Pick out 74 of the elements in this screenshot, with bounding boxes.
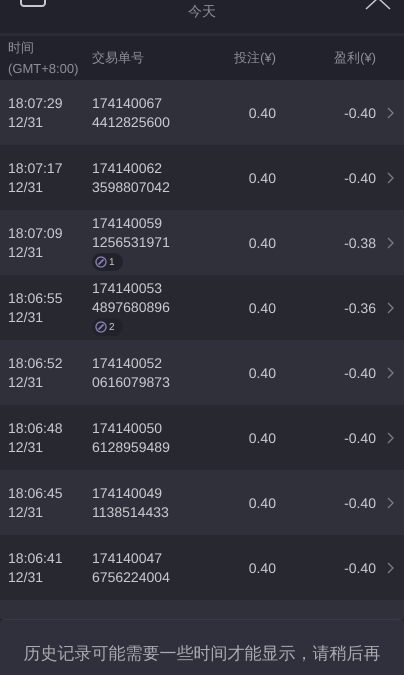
chevron-right-icon[interactable] — [386, 366, 394, 378]
bet-amount: 0.40 — [248, 300, 276, 316]
chevron-right-icon[interactable] — [386, 496, 394, 508]
profit-amount: -0.40 — [343, 170, 376, 186]
record-row[interactable]: 18:06:41 12/31 174140047 6756224004 0.40 -0.40 — [0, 535, 404, 600]
time-text: 18:07:09 — [8, 224, 64, 242]
chevron-up-icon[interactable] — [364, 0, 392, 10]
order-number: 174140049 — [92, 484, 162, 502]
column-header: 投注(¥) — [233, 49, 276, 67]
column-header: (GMT+8:00) — [8, 60, 80, 78]
record-row[interactable]: 18:06:55 12/31 174140053 4897680896 2 0.40 -0.36 — [0, 275, 404, 340]
date-text: 12/31 — [8, 308, 44, 326]
order-number: 174140067 — [92, 94, 162, 112]
date-text: 12/31 — [8, 112, 44, 132]
column-header: 时间 — [8, 39, 35, 57]
bet-amount: 0.40 — [248, 430, 276, 446]
record-row[interactable]: 18:07:17 12/31 174140062 3598807042 0.40 -0.40 — [0, 145, 404, 210]
date-text: 12/31 — [8, 568, 44, 586]
time-text: 18:07:17 — [8, 158, 64, 178]
order-number: 1256531971 — [92, 233, 170, 252]
order-number: 174140047 — [92, 548, 162, 568]
order-number: 1138514433 — [92, 502, 169, 522]
count-badge: 1 — [92, 253, 123, 271]
time-text: 18:06:55 — [8, 288, 64, 308]
header-title: 今天 — [188, 3, 216, 21]
order-number: 174140053 — [92, 279, 162, 298]
date-text: 12/31 — [8, 242, 44, 262]
column-header: 交易单号 — [92, 49, 145, 67]
order-number: 0616079873 — [92, 372, 170, 392]
bet-amount: 0.40 — [248, 234, 276, 250]
chevron-right-icon[interactable] — [386, 106, 394, 118]
bet-amount: 0.40 — [248, 104, 276, 120]
order-number: 174140050 — [92, 418, 162, 438]
date-text: 12/31 — [8, 502, 44, 522]
chevron-right-icon[interactable] — [386, 302, 394, 314]
date-text: 12/31 — [8, 438, 44, 456]
time-text: 18:06:41 — [8, 548, 64, 568]
bet-amount: 0.40 — [248, 170, 276, 186]
order-number: 4897680896 — [92, 298, 170, 317]
profit-amount: -0.40 — [343, 104, 376, 120]
chevron-right-icon[interactable] — [386, 172, 394, 184]
profit-amount: -0.38 — [343, 234, 376, 250]
record-row[interactable]: 18:07:09 12/31 174140059 1256531971 1 0.40 -0.38 — [0, 210, 404, 275]
order-number: 174140052 — [92, 354, 162, 372]
profit-amount: -0.40 — [343, 364, 376, 380]
bet-amount: 0.40 — [248, 494, 276, 510]
profit-amount: -0.40 — [343, 430, 376, 446]
order-number: 174140062 — [92, 158, 162, 178]
chevron-right-icon[interactable] — [386, 432, 394, 444]
profit-amount: -0.36 — [343, 300, 376, 316]
chevron-right-icon[interactable] — [386, 236, 394, 248]
bet-amount: 0.40 — [248, 364, 276, 380]
record-row[interactable]: 18:06:45 12/31 174140049 1138514433 0.40 -0.40 — [0, 470, 404, 535]
bet-amount: 0.40 — [248, 560, 276, 576]
order-number: 6128959489 — [92, 438, 170, 456]
date-text: 12/31 — [8, 178, 44, 196]
time-text: 18:07:29 — [8, 94, 64, 112]
time-text: 18:06:45 — [8, 484, 64, 502]
time-text: 18:06:52 — [8, 354, 64, 372]
column-header: 盈利(¥) — [333, 49, 376, 67]
order-number: 6756224004 — [92, 568, 170, 586]
profit-amount: -0.40 — [343, 560, 376, 576]
chevron-right-icon[interactable] — [386, 562, 394, 574]
order-number: 174140059 — [92, 214, 162, 233]
record-row[interactable]: 18:07:29 12/31 174140067 4412825600 0.40 -0.40 — [0, 80, 404, 145]
record-row[interactable]: 18:06:48 12/31 174140050 6128959489 0.40 -0.40 — [0, 405, 404, 470]
record-row[interactable]: 18:06:52 12/31 174140052 0616079873 0.40 -0.40 — [0, 340, 404, 405]
order-number: 3598807042 — [92, 178, 170, 196]
time-text: 18:06:48 — [8, 418, 64, 438]
count-badge: 2 — [92, 318, 123, 336]
notice-toast: 历史记录可能需要一些时间才能显示，请稍后再 — [0, 619, 404, 675]
date-text: 12/31 — [8, 372, 44, 392]
profit-amount: -0.40 — [343, 494, 376, 510]
order-number: 4412825600 — [92, 112, 170, 132]
